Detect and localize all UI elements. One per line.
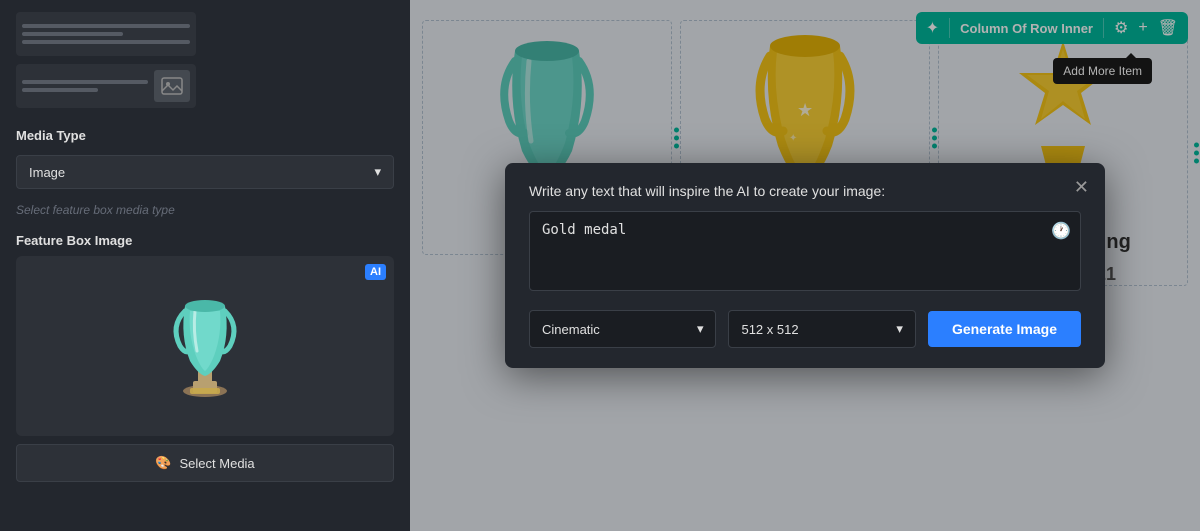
modal-controls: Cinematic ▾ 512 x 512 ▾ Generate Image — [529, 310, 1081, 348]
modal-textarea-wrapper: Gold medal 🕐 — [529, 211, 1081, 296]
thumb-image-box — [154, 70, 190, 102]
size-value: 512 x 512 — [741, 322, 798, 337]
template-thumbs — [16, 12, 394, 108]
generate-image-button[interactable]: Generate Image — [928, 311, 1081, 347]
select-media-label: Select Media — [180, 456, 255, 471]
feature-box-section: Feature Box Image AI — [16, 229, 394, 482]
thumb-line-short — [22, 88, 98, 92]
feature-box-label: Feature Box Image — [16, 233, 394, 248]
ai-badge: AI — [365, 264, 386, 280]
history-icon: 🕐 — [1051, 221, 1071, 241]
thumb-line — [22, 24, 190, 28]
ai-modal-overlay: Write any text that will inspire the AI … — [410, 0, 1200, 531]
trophy-preview-image — [160, 276, 250, 416]
thumb-2[interactable] — [16, 64, 196, 108]
prompt-textarea[interactable]: Gold medal — [529, 211, 1081, 291]
media-type-value: Image — [29, 165, 65, 180]
canvas-inner: ✦ Column Of Row Inner ⚙ + 🗑 Add More Ite… — [410, 0, 1200, 531]
select-media-button[interactable]: 🎨 Select Media — [16, 444, 394, 482]
style-select[interactable]: Cinematic ▾ — [529, 310, 716, 348]
modal-close-button[interactable]: ✕ — [1074, 177, 1089, 198]
left-panel: Media Type Image ▾ Select feature box me… — [0, 0, 410, 531]
image-preview-area: AI — [16, 256, 394, 436]
thumb-line — [22, 40, 190, 44]
ai-modal: Write any text that will inspire the AI … — [505, 163, 1105, 368]
canvas-area: ✦ Column Of Row Inner ⚙ + 🗑 Add More Ite… — [410, 0, 1200, 531]
style-value: Cinematic — [542, 322, 600, 337]
thumb-line-short — [22, 32, 123, 36]
chevron-down-icon-2: ▾ — [896, 321, 903, 337]
thumb-line — [22, 80, 148, 84]
chevron-down-icon: ▾ — [374, 164, 381, 180]
media-type-label: Media Type — [16, 128, 394, 143]
select-media-icon: 🎨 — [155, 455, 171, 471]
media-type-hint: Select feature box media type — [16, 203, 394, 217]
media-type-dropdown[interactable]: Image ▾ — [16, 155, 394, 189]
size-select[interactable]: 512 x 512 ▾ — [728, 310, 915, 348]
chevron-down-icon: ▾ — [697, 321, 704, 337]
thumb-1[interactable] — [16, 12, 196, 56]
modal-header: Write any text that will inspire the AI … — [529, 183, 1081, 199]
